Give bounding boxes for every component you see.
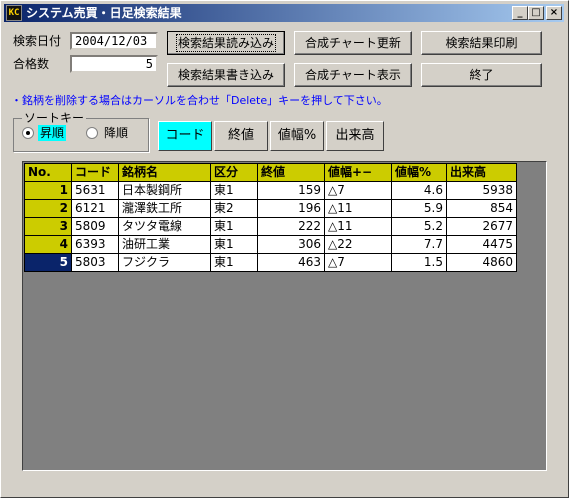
table-row[interactable]: 2 6121 瀧澤鉄工所 東2 196 △11 5.9 854: [24, 199, 517, 218]
row-number[interactable]: 5: [24, 253, 72, 272]
cell-close[interactable]: 306: [257, 235, 325, 254]
sort-order-group: ソートキー 昇順 降順: [13, 111, 149, 152]
table-row[interactable]: 3 5809 タツタ電線 東1 222 △11 5.2 2677: [24, 217, 517, 236]
search-date-label: 検索日付: [13, 34, 62, 48]
row-number[interactable]: 4: [24, 235, 72, 254]
cell-close[interactable]: 222: [257, 217, 325, 236]
cell-market[interactable]: 東1: [210, 181, 258, 200]
column-header[interactable]: コード: [71, 163, 119, 182]
maximize-button[interactable]: □: [528, 6, 544, 20]
cell-code[interactable]: 6121: [71, 199, 119, 218]
cell-change[interactable]: △7: [324, 253, 392, 272]
cell-market[interactable]: 東2: [210, 199, 258, 218]
cell-market[interactable]: 東1: [210, 235, 258, 254]
column-header[interactable]: 出来高: [446, 163, 517, 182]
delete-hint-text: ・銘柄を削除する場合はカーソルを合わせ「Delete」キーを押して下さい。: [11, 94, 388, 107]
cell-volume[interactable]: 2677: [446, 217, 517, 236]
column-header[interactable]: 終値: [257, 163, 325, 182]
table-row[interactable]: 4 6393 油研工業 東1 306 △22 7.7 4475: [24, 235, 517, 254]
cell-volume[interactable]: 4475: [446, 235, 517, 254]
load-results-button[interactable]: 検索結果読み込み: [167, 31, 285, 55]
sort-key-volume-button[interactable]: 出来高: [326, 121, 384, 151]
cell-code[interactable]: 5809: [71, 217, 119, 236]
print-results-button[interactable]: 検索結果印刷: [421, 31, 542, 55]
app-icon[interactable]: KC: [6, 5, 22, 21]
descending-label[interactable]: 降順: [102, 125, 130, 141]
cell-name[interactable]: 瀧澤鉄工所: [118, 199, 211, 218]
column-header[interactable]: 値幅%: [391, 163, 447, 182]
results-grid[interactable]: No. コード 銘柄名 区分 終値 値幅+− 値幅% 出来高 1 5631 日本…: [22, 161, 547, 471]
sort-group-title: ソートキー: [22, 111, 87, 125]
table-row-selected[interactable]: 5 5803 フジクラ 東1 463 △7 1.5 4860: [24, 253, 517, 272]
write-results-button[interactable]: 検索結果書き込み: [167, 63, 285, 87]
row-number[interactable]: 2: [24, 199, 72, 218]
column-header[interactable]: No.: [24, 163, 72, 182]
cell-pct[interactable]: 1.5: [391, 253, 447, 272]
descending-radio[interactable]: [86, 127, 98, 139]
main-window: KC システム売買・日足検索結果 _ □ × 検索日付 2004/12/03 合…: [0, 0, 569, 498]
table-header-row: No. コード 銘柄名 区分 終値 値幅+− 値幅% 出来高: [24, 163, 517, 182]
cell-volume[interactable]: 5938: [446, 181, 517, 200]
cell-change[interactable]: △11: [324, 199, 392, 218]
cell-volume[interactable]: 854: [446, 199, 517, 218]
cell-pct[interactable]: 5.9: [391, 199, 447, 218]
column-header[interactable]: 区分: [210, 163, 258, 182]
sort-key-close-button[interactable]: 終値: [214, 121, 268, 151]
cell-name[interactable]: フジクラ: [118, 253, 211, 272]
cell-name[interactable]: 日本製鋼所: [118, 181, 211, 200]
cell-close[interactable]: 196: [257, 199, 325, 218]
cell-code[interactable]: 5631: [71, 181, 119, 200]
close-button[interactable]: ×: [546, 6, 562, 20]
row-number[interactable]: 3: [24, 217, 72, 236]
ascending-radio[interactable]: [22, 127, 34, 139]
column-header[interactable]: 銘柄名: [118, 163, 211, 182]
exit-button[interactable]: 終了: [421, 63, 542, 87]
minimize-button[interactable]: _: [512, 6, 528, 20]
cell-name[interactable]: タツタ電線: [118, 217, 211, 236]
results-table: No. コード 銘柄名 区分 終値 値幅+− 値幅% 出来高 1 5631 日本…: [24, 163, 517, 272]
title-bar[interactable]: KC システム売買・日足検索結果 _ □ ×: [4, 4, 564, 22]
cell-name[interactable]: 油研工業: [118, 235, 211, 254]
window-title: システム売買・日足検索結果: [26, 6, 182, 20]
sort-key-code-button[interactable]: コード: [158, 121, 212, 151]
cell-close[interactable]: 159: [257, 181, 325, 200]
cell-change[interactable]: △7: [324, 181, 392, 200]
row-number[interactable]: 1: [24, 181, 72, 200]
cell-market[interactable]: 東1: [210, 253, 258, 272]
cell-pct[interactable]: 5.2: [391, 217, 447, 236]
pass-count-label: 合格数: [13, 57, 50, 71]
search-date-field[interactable]: 2004/12/03: [70, 32, 158, 50]
table-row[interactable]: 1 5631 日本製鋼所 東1 159 △7 4.6 5938: [24, 181, 517, 200]
cell-pct[interactable]: 4.6: [391, 181, 447, 200]
cell-volume[interactable]: 4860: [446, 253, 517, 272]
pass-count-field[interactable]: 5: [70, 55, 158, 73]
cell-change[interactable]: △22: [324, 235, 392, 254]
column-header[interactable]: 値幅+−: [324, 163, 392, 182]
cell-close[interactable]: 463: [257, 253, 325, 272]
ascending-label[interactable]: 昇順: [38, 125, 67, 141]
show-chart-button[interactable]: 合成チャート表示: [294, 63, 412, 87]
sort-key-pct-button[interactable]: 値幅%: [270, 121, 324, 151]
cell-code[interactable]: 6393: [71, 235, 119, 254]
update-chart-button[interactable]: 合成チャート更新: [294, 31, 412, 55]
cell-change[interactable]: △11: [324, 217, 392, 236]
cell-pct[interactable]: 7.7: [391, 235, 447, 254]
load-results-label: 検索結果読み込み: [175, 34, 277, 52]
cell-market[interactable]: 東1: [210, 217, 258, 236]
cell-code[interactable]: 5803: [71, 253, 119, 272]
